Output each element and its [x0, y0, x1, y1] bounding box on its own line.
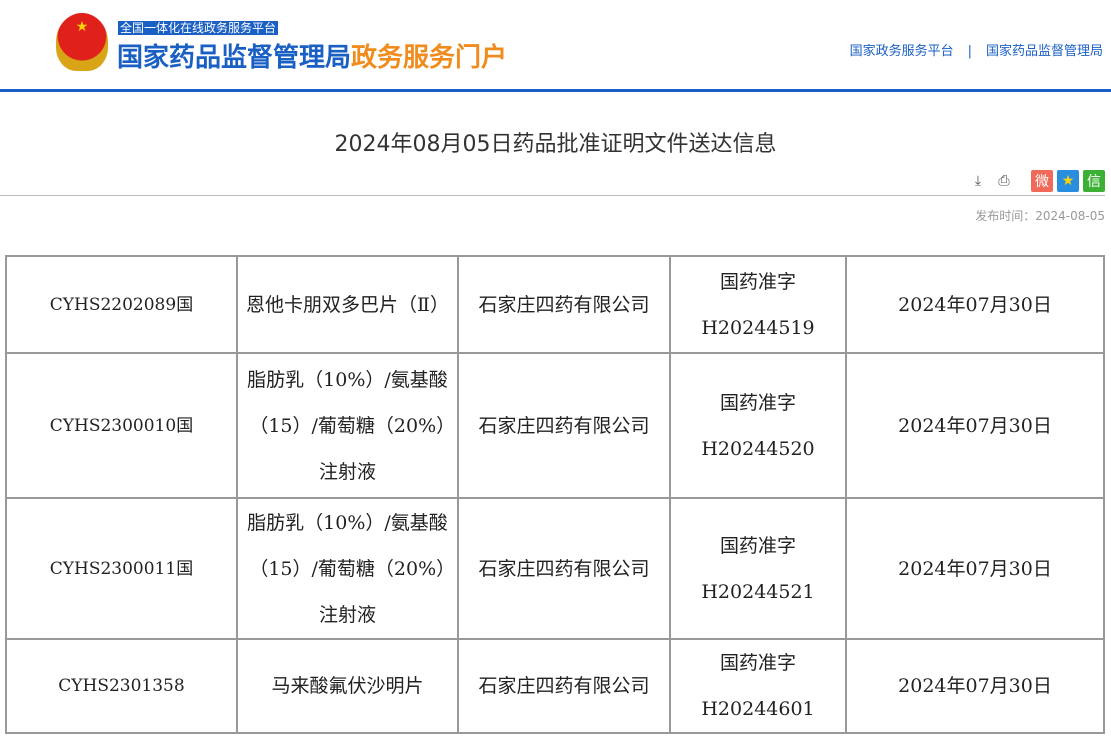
cell-approval-number: 国药准字H20244520 [669, 352, 847, 499]
article-tools: ⤓ ⎙ 微 ★ 信 [967, 170, 1105, 192]
cell-drug-name: 马来酸氟伏沙明片 [236, 638, 459, 734]
platform-label[interactable]: 全国一体化在线政务服务平台 [118, 21, 279, 35]
qzone-share-icon[interactable]: ★ [1057, 170, 1079, 192]
cell-drug-name: 脂肪乳（10%）/氨基酸（15）/葡萄糖（20%）注射液 [236, 497, 459, 640]
table-row: CYHS2300010国 脂肪乳（10%）/氨基酸（15）/葡萄糖（20%）注射液… [5, 352, 1105, 499]
table-row: CYHS2202089国 恩他卡朋双多巴片（Ⅱ） 石家庄四药有限公司 国药准字H202… [5, 255, 1105, 354]
cell-date: 2024年07月30日 [845, 497, 1105, 640]
top-links: 国家政务服务平台 | 国家药品监督管理局 [849, 44, 1103, 59]
approval-table: CYHS2202089国 恩他卡朋双多巴片（Ⅱ） 石家庄四药有限公司 国药准字H202… [5, 255, 1105, 734]
cell-company: 石家庄四药有限公司 [457, 255, 671, 354]
publish-time: 发布时间：2024-08-05 [975, 209, 1105, 223]
table-row: CYHS2301358 马来酸氟伏沙明片 石家庄四药有限公司 国药准字H2024460… [5, 638, 1105, 734]
table-row: CYHS2300011国 脂肪乳（10%）/氨基酸（15）/葡萄糖（20%）注射液… [5, 497, 1105, 640]
cell-date: 2024年07月30日 [845, 352, 1105, 499]
cell-company: 石家庄四药有限公司 [457, 497, 671, 640]
cell-date: 2024年07月30日 [845, 638, 1105, 734]
cell-approval-number: 国药准字H20244601 [669, 638, 847, 734]
cell-code: CYHS2300011国 [5, 497, 238, 640]
divider [0, 195, 1105, 196]
download-icon[interactable]: ⤓ [967, 170, 989, 192]
cell-code: CYHS2301358 [5, 638, 238, 734]
print-icon[interactable]: ⎙ [993, 170, 1015, 192]
site-header: ★ 全国一体化在线政务服务平台 国家药品监督管理局政务服务门户 国家政务服务平台… [0, 0, 1111, 92]
cell-date: 2024年07月30日 [845, 255, 1105, 354]
cell-company: 石家庄四药有限公司 [457, 352, 671, 499]
cell-drug-name: 脂肪乳（10%）/氨基酸（15）/葡萄糖（20%）注射液 [236, 352, 459, 499]
wechat-share-icon[interactable]: 信 [1083, 170, 1105, 192]
link-nmpa[interactable]: 国家药品监督管理局 [986, 44, 1103, 59]
cell-code: CYHS2202089国 [5, 255, 238, 354]
link-national-gov-service[interactable]: 国家政务服务平台 [850, 44, 954, 59]
weibo-share-icon[interactable]: 微 [1031, 170, 1053, 192]
national-emblem-logo[interactable]: ★ [56, 13, 108, 71]
cell-company: 石家庄四药有限公司 [457, 638, 671, 734]
cell-code: CYHS2300010国 [5, 352, 238, 499]
cell-approval-number: 国药准字H20244519 [669, 255, 847, 354]
page-title: 2024年08月05日药品批准证明文件送达信息 [334, 132, 777, 157]
cell-drug-name: 恩他卡朋双多巴片（Ⅱ） [236, 255, 459, 354]
cell-approval-number: 国药准字H20244521 [669, 497, 847, 640]
site-brand[interactable]: 国家药品监督管理局政务服务门户 [117, 37, 507, 74]
